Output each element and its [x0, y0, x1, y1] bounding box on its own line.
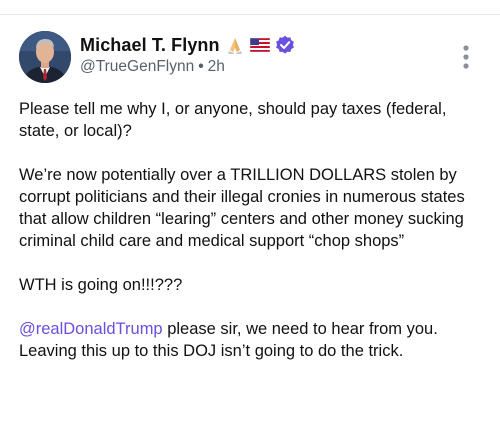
avatar[interactable] [19, 31, 71, 83]
author-name-row: Michael T. Flynn [80, 33, 295, 57]
author-meta: @TrueGenFlynn • 2h [80, 58, 225, 76]
praying-hands-icon [226, 36, 244, 54]
meta-separator: • [198, 58, 204, 75]
avatar-image [19, 31, 71, 83]
post-paragraph: Please tell me why I, or anyone, should … [19, 100, 447, 140]
author-display-name[interactable]: Michael T. Flynn [80, 35, 220, 56]
verified-badge-icon [275, 35, 295, 55]
mention-link[interactable]: @realDonaldTrump [19, 320, 163, 338]
post-timestamp[interactable]: 2h [208, 58, 225, 75]
post-paragraph: WTH is going on!!!??? [19, 276, 183, 294]
us-flag-icon [249, 38, 270, 52]
post-card: Michael T. Flynn @TrueGenFlynn • 2h Plea… [0, 0, 500, 439]
more-options-button[interactable] [458, 44, 474, 70]
post-paragraph-with-mention: @realDonaldTrump please sir, we need to … [19, 318, 489, 362]
author-handle[interactable]: @TrueGenFlynn [80, 58, 194, 75]
post-body: Please tell me why I, or anyone, should … [19, 98, 489, 362]
more-vertical-icon [463, 45, 469, 69]
post-paragraph: We’re now potentially over a TRILLION DO… [19, 166, 465, 250]
